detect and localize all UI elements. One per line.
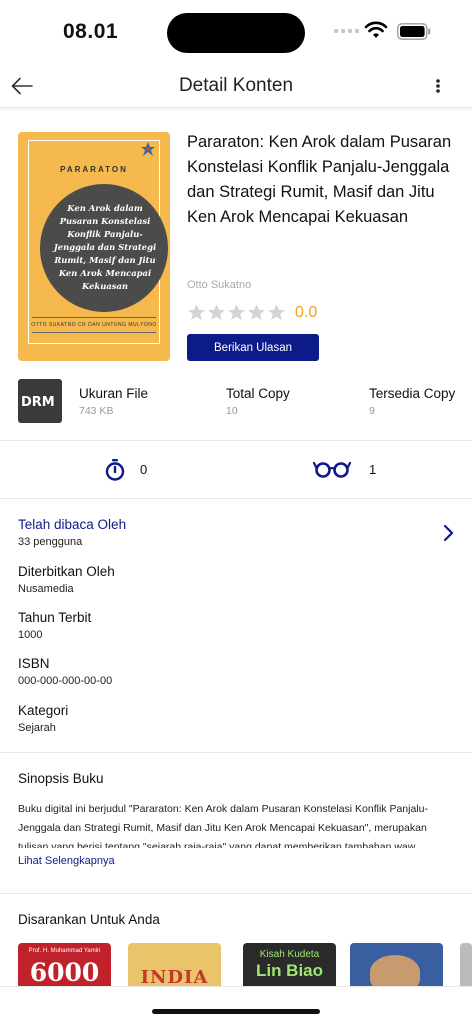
signal-icon <box>334 29 359 33</box>
file-size-label: Ukuran File <box>79 386 149 401</box>
bottom-bar <box>0 986 472 1024</box>
isbn-value: 000-000-000-00-00 <box>18 675 113 687</box>
synopsis-title: Sinopsis Buku <box>18 771 104 786</box>
star-icon <box>208 304 225 320</box>
publisher-label: Diterbitkan Oleh <box>18 564 115 579</box>
timer-count: 0 <box>140 462 148 477</box>
star-icon <box>248 304 265 320</box>
total-copy-value: 10 <box>226 405 238 417</box>
year-value: 1000 <box>18 629 43 641</box>
divider <box>0 752 472 753</box>
file-size-info: Ukuran File 743 KB <box>79 386 148 417</box>
divider <box>0 893 472 894</box>
app-bar: Detail Konten <box>0 62 472 108</box>
wifi-icon <box>364 21 388 38</box>
isbn-detail: ISBN 000-000-000-00-00 <box>18 656 112 687</box>
recommendation-text: 6000 <box>29 958 100 987</box>
category-label: Kategori <box>18 703 69 718</box>
rating-value: 0.0 <box>295 304 318 321</box>
read-by-label: Telah dibaca Oleh <box>18 517 127 532</box>
cover-rule <box>32 317 156 318</box>
status-time: 08.01 <box>63 20 119 43</box>
category-value: Sejarah <box>18 722 56 734</box>
read-by-row[interactable]: Telah dibaca Oleh 33 pengguna <box>18 517 458 553</box>
recommendation-image <box>370 955 420 989</box>
cover-rule <box>32 332 156 333</box>
file-size-value: 743 KB <box>79 405 114 417</box>
chevron-right-icon[interactable] <box>442 524 454 542</box>
cover-title: Ken Arok dalam Pusaran Konstelasi Konfli… <box>53 203 157 291</box>
book-cover[interactable]: PARARATON Ken Arok dalam Pusaran Konstel… <box>18 132 170 361</box>
cover-authors: OTTO SUKATNO CR DAN UNTUNG MULYONO <box>31 322 157 328</box>
divider <box>0 440 472 441</box>
recommendations-title: Disarankan Untuk Anda <box>18 912 160 927</box>
isbn-label: ISBN <box>18 656 50 671</box>
status-bar: 08.01 <box>0 0 472 62</box>
glasses-icon <box>313 461 351 478</box>
category-detail: Kategori Sejarah <box>18 703 68 734</box>
more-options-icon[interactable] <box>428 74 448 98</box>
drm-logo-icon: DRM <box>21 395 55 408</box>
read-by-value: 33 pengguna <box>18 536 83 548</box>
year-label: Tahun Terbit <box>18 610 92 625</box>
readers-count: 1 <box>369 462 377 477</box>
star-icon <box>188 304 205 320</box>
drm-badge: DRM <box>18 379 62 423</box>
give-review-button[interactable]: Berikan Ulasan <box>187 334 319 361</box>
timer-icon <box>105 459 125 481</box>
cover-publisher-label: PARARATON <box>60 165 128 174</box>
star-icon <box>228 304 245 320</box>
available-copy-info: Tersedia Copy 9 <box>369 386 455 417</box>
see-more-link[interactable]: Lihat Selengkapnya <box>18 855 115 867</box>
total-copy-label: Total Copy <box>226 386 290 401</box>
available-copy-value: 9 <box>369 405 375 417</box>
recommendation-text: INDIA <box>140 967 209 988</box>
star-icon <box>268 304 285 320</box>
recommendation-text: Lin Biao <box>255 961 324 980</box>
divider <box>0 498 472 499</box>
book-title: Pararaton: Ken Arok dalam Pusaran Konste… <box>187 133 452 226</box>
available-copy-label: Tersedia Copy <box>369 386 456 401</box>
svg-text:DRM: DRM <box>21 395 55 408</box>
page-title: Detail Konten <box>178 75 294 96</box>
publisher-detail: Diterbitkan Oleh Nusamedia <box>18 564 115 595</box>
rating-stars <box>187 303 286 322</box>
publisher-value: Nusamedia <box>18 583 74 595</box>
recommendation-subtext: Kisah Kudeta <box>259 949 320 960</box>
recommendation-subtext: Prof. H. Muhammad Yamin <box>28 948 101 954</box>
book-author: Otto Sukatno <box>187 279 252 291</box>
home-indicator[interactable] <box>152 1009 320 1014</box>
year-detail: Tahun Terbit 1000 <box>18 610 91 641</box>
battery-icon <box>397 23 431 40</box>
synopsis-body: Buku digital ini berjudul "Pararaton: Ke… <box>18 803 428 848</box>
total-copy-info: Total Copy 10 <box>226 386 290 417</box>
dynamic-island <box>167 13 305 53</box>
publisher-logo-icon <box>141 142 155 156</box>
